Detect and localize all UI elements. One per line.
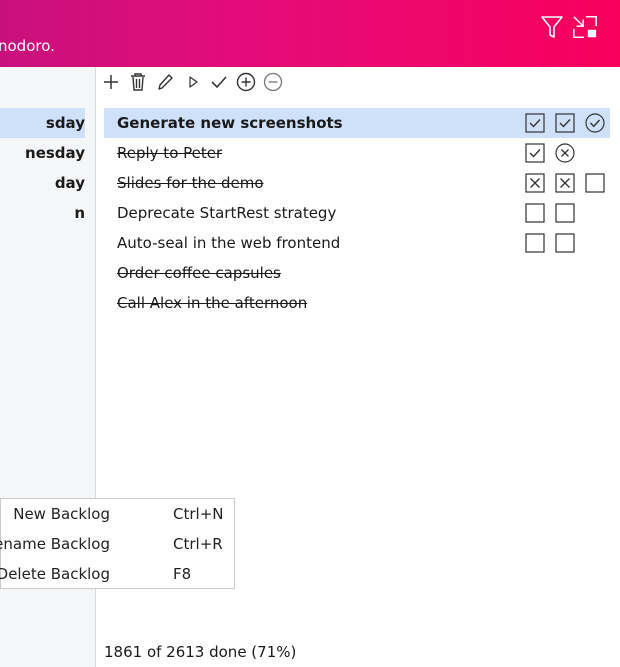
- task-row[interactable]: Deprecate StartRest strategy: [104, 198, 610, 228]
- task-name: Slides for the demo: [117, 174, 264, 192]
- task-row[interactable]: Call Alex in the afternoon: [104, 288, 610, 318]
- pomodoro-empty-icon: [555, 233, 575, 253]
- task-name: Call Alex in the afternoon: [117, 294, 308, 312]
- menu-item[interactable]: Rename Backlog Ctrl+R: [0, 529, 234, 559]
- task-row[interactable]: Reply to Peter: [104, 138, 610, 168]
- menu-item[interactable]: New Backlog Ctrl+N: [1, 499, 234, 529]
- menu-item[interactable]: Delete Backlog F8: [0, 559, 234, 589]
- sidebar-item-backlog[interactable]: day: [0, 168, 85, 198]
- menu-item-label: Delete Backlog: [0, 565, 110, 583]
- task-row[interactable]: Order coffee capsules: [104, 258, 610, 288]
- filter-icon[interactable]: [539, 14, 565, 40]
- pomodoro-void-icon: [525, 173, 545, 193]
- status-bar: 1861 of 2613 done (71%): [104, 643, 297, 661]
- task-list: Generate new screenshots Reply to Peter Sl…: [104, 108, 610, 318]
- pomodoro-done-icon: [555, 113, 575, 133]
- pomodoro-empty-icon: [525, 203, 545, 223]
- pomodoro-extra-done-icon: [585, 113, 605, 133]
- pomodoro-done-icon: [525, 143, 545, 163]
- add-icon[interactable]: [100, 71, 122, 93]
- task-name: Deprecate StartRest strategy: [117, 204, 337, 222]
- task-name: Reply to Peter: [117, 144, 223, 162]
- delete-icon[interactable]: [127, 71, 149, 93]
- pomodoro-empty-icon: [585, 173, 605, 193]
- pomodoro-empty-icon: [525, 233, 545, 253]
- task-name: Order coffee capsules: [117, 264, 281, 282]
- task-name: Auto-seal in the web frontend: [117, 234, 341, 252]
- task-row[interactable]: Slides for the demo: [104, 168, 610, 198]
- remove-pomodoro-icon[interactable]: [262, 71, 284, 93]
- menu-item-shortcut: Ctrl+R: [173, 535, 223, 553]
- context-menu: New Backlog Ctrl+N Rename Backlog Ctrl+R Del…: [0, 498, 235, 589]
- sidebar-item-label: n: [74, 204, 85, 222]
- edit-icon[interactable]: [154, 71, 176, 93]
- menu-item-label: Rename Backlog: [0, 535, 110, 553]
- task-row[interactable]: Generate new screenshots: [104, 108, 610, 138]
- pomodoro-done-icon: [525, 113, 545, 133]
- pomodoro-extra-void-icon: [555, 143, 575, 163]
- pomodoro-void-icon: [555, 173, 575, 193]
- sidebar-item-backlog[interactable]: sday: [0, 108, 85, 138]
- sidebar-item-label: day: [54, 174, 85, 192]
- add-pomodoro-icon[interactable]: [235, 71, 257, 93]
- task-name: Generate new screenshots: [117, 114, 343, 132]
- menu-item-shortcut: Ctrl+N: [173, 505, 224, 523]
- pomodoro-empty-icon: [555, 203, 575, 223]
- start-icon[interactable]: [182, 71, 204, 93]
- complete-icon[interactable]: [208, 71, 230, 93]
- sidebar-item-backlog[interactable]: nesday: [0, 138, 85, 168]
- app-header: nodoro.: [0, 0, 620, 67]
- sidebar-item-backlog[interactable]: n: [0, 198, 85, 228]
- compact-mode-icon[interactable]: [572, 14, 598, 40]
- sidebar-item-label: sday: [45, 114, 85, 132]
- header-title: nodoro.: [0, 37, 55, 55]
- menu-item-label: New Backlog: [13, 505, 110, 523]
- task-row[interactable]: Auto-seal in the web frontend: [104, 228, 610, 258]
- sidebar-item-label: nesday: [25, 144, 85, 162]
- menu-item-shortcut: F8: [173, 565, 192, 583]
